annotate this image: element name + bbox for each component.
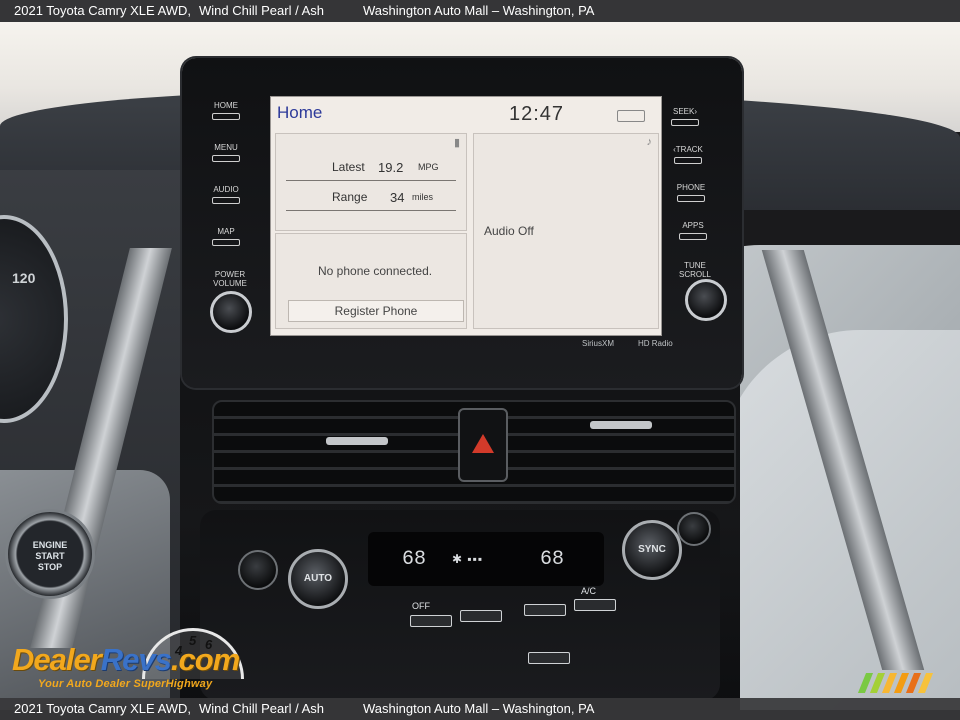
passenger-temp: 68 <box>540 548 565 571</box>
recirculate-button[interactable] <box>524 604 566 616</box>
stripe-6 <box>917 673 934 693</box>
seek-button-label: SEEK› <box>672 107 697 116</box>
phone-tile[interactable]: No phone connected. Register Phone <box>275 233 467 329</box>
phone-hard-button[interactable]: PHONE <box>664 183 718 202</box>
rear-defrost-button[interactable] <box>528 652 570 664</box>
seek-hard-button[interactable]: SEEK› <box>658 107 712 126</box>
sync-temp-knob[interactable]: SYNC <box>622 520 682 580</box>
hazard-button[interactable] <box>458 408 508 482</box>
touchscreen-display: Home 12:47 ▮ Latest 19.2 MPG Range 34 mi… <box>270 96 662 336</box>
caption-bar-bottom: 2021 Toyota Camry XLE AWD, Wind Chill Pe… <box>0 698 960 720</box>
range-label: Range <box>332 190 368 204</box>
auto-temp-knob[interactable]: AUTO <box>288 549 348 609</box>
engine-button-text: ENGINE START STOP <box>20 540 80 573</box>
hazard-triangle-icon <box>472 434 494 453</box>
fan-speed-button[interactable] <box>460 610 502 622</box>
phone-status: No phone connected. <box>318 264 433 278</box>
power-label: POWER <box>214 270 246 279</box>
left-vent-tab[interactable] <box>326 437 388 445</box>
right-vent-tab[interactable] <box>590 421 652 429</box>
audio-status: Audio Off <box>484 224 534 238</box>
wm-brand-2: Revs <box>100 642 172 677</box>
power-volume-label: POWER VOLUME <box>203 270 257 288</box>
audio-button-label: AUDIO <box>213 185 239 194</box>
gas-pump-icon: ▮ <box>453 137 460 149</box>
track-hard-button[interactable]: ‹TRACK <box>661 145 715 164</box>
climate-display: 68 ✱ ▪▪▪ 68 <box>368 532 604 586</box>
tune-scroll-label: TUNE SCROLL <box>668 261 722 279</box>
caption-trim: Wind Chill Pearl / Ash <box>199 3 324 18</box>
seat-heat-button[interactable] <box>677 512 711 546</box>
fuel-economy-tile[interactable]: ▮ Latest 19.2 MPG Range 34 miles <box>275 133 467 231</box>
color-stripes-logo <box>856 673 936 693</box>
menu-hard-button[interactable]: MENU <box>199 143 253 162</box>
audio-tile[interactable]: ♪ Audio Off <box>473 133 659 329</box>
car-interior-photo: 120 HOME MENU AUDIO MAP POWER VOLUME SEE… <box>0 0 960 720</box>
latest-label: Latest <box>332 160 365 174</box>
audio-hard-button[interactable]: AUDIO <box>199 185 253 204</box>
status-icon <box>617 110 645 122</box>
tune-scroll-knob[interactable] <box>685 279 727 321</box>
caption-trim-bottom: Wind Chill Pearl / Ash <box>199 701 324 716</box>
scroll-label: SCROLL <box>678 270 711 279</box>
tune-label: TUNE <box>684 261 706 270</box>
map-button-label: MAP <box>217 227 235 236</box>
watermark-brand: DealerRevs.com <box>12 642 240 678</box>
range-row: Range 34 miles <box>286 186 456 211</box>
dealerrevs-watermark: 4 5 6 DealerRevs.com Your Auto Dealer Su… <box>12 628 272 698</box>
siriusxm-logo: SiriusXM <box>582 339 615 348</box>
photo-stage: 2021 Toyota Camry XLE AWD, Wind Chill Pe… <box>0 0 960 720</box>
ac-button[interactable] <box>574 599 616 611</box>
gauge-reading: 120 <box>12 270 36 286</box>
stop-label: STOP <box>37 562 63 572</box>
range-unit: miles <box>412 192 434 202</box>
range-value: 34 <box>390 190 405 205</box>
latest-unit: MPG <box>418 162 439 172</box>
apps-button-label: APPS <box>682 221 704 230</box>
clock: 12:47 <box>509 103 565 125</box>
watermark-tagline: Your Auto Dealer SuperHighway <box>38 678 213 690</box>
caption-title-bottom: 2021 Toyota Camry XLE AWD, <box>14 701 192 716</box>
latest-mpg-row: Latest 19.2 MPG <box>286 156 456 181</box>
register-phone-button[interactable]: Register Phone <box>288 300 464 322</box>
apps-hard-button[interactable]: APPS <box>666 221 720 240</box>
volume-label: VOLUME <box>213 279 247 288</box>
screen-header: Home 12:47 <box>271 97 661 131</box>
engine-label: ENGINE <box>32 540 68 550</box>
map-hard-button[interactable]: MAP <box>199 227 253 246</box>
home-button-label: HOME <box>214 101 238 110</box>
hd-radio-logo: HD Radio <box>638 339 673 348</box>
ac-label: A/C <box>581 586 597 596</box>
music-note-icon: ♪ <box>646 136 653 148</box>
caption-dealer: Washington Auto Mall – Washington, PA <box>363 3 595 18</box>
driver-temp: 68 <box>402 548 427 571</box>
phone-button-label: PHONE <box>676 183 706 192</box>
wm-brand-3: .com <box>170 642 240 677</box>
track-button-label: ‹TRACK <box>673 145 703 154</box>
start-label: START <box>35 551 65 561</box>
caption-dealer-bottom: Washington Auto Mall – Washington, PA <box>363 701 595 716</box>
home-title: Home <box>277 103 323 122</box>
caption-bar-top: 2021 Toyota Camry XLE AWD, Wind Chill Pe… <box>0 0 960 22</box>
wm-brand-1: Dealer <box>12 642 102 677</box>
home-hard-button[interactable]: HOME <box>199 101 253 120</box>
fan-speed-indicator: ✱ ▪▪▪ <box>452 552 484 566</box>
caption-title: 2021 Toyota Camry XLE AWD, <box>14 3 192 18</box>
front-defrost-button[interactable] <box>238 550 278 590</box>
menu-button-label: MENU <box>214 143 238 152</box>
latest-value: 19.2 <box>378 160 404 175</box>
power-volume-knob[interactable] <box>210 291 252 333</box>
fan-off-label: OFF <box>412 601 430 611</box>
fan-off-button[interactable] <box>410 615 452 627</box>
